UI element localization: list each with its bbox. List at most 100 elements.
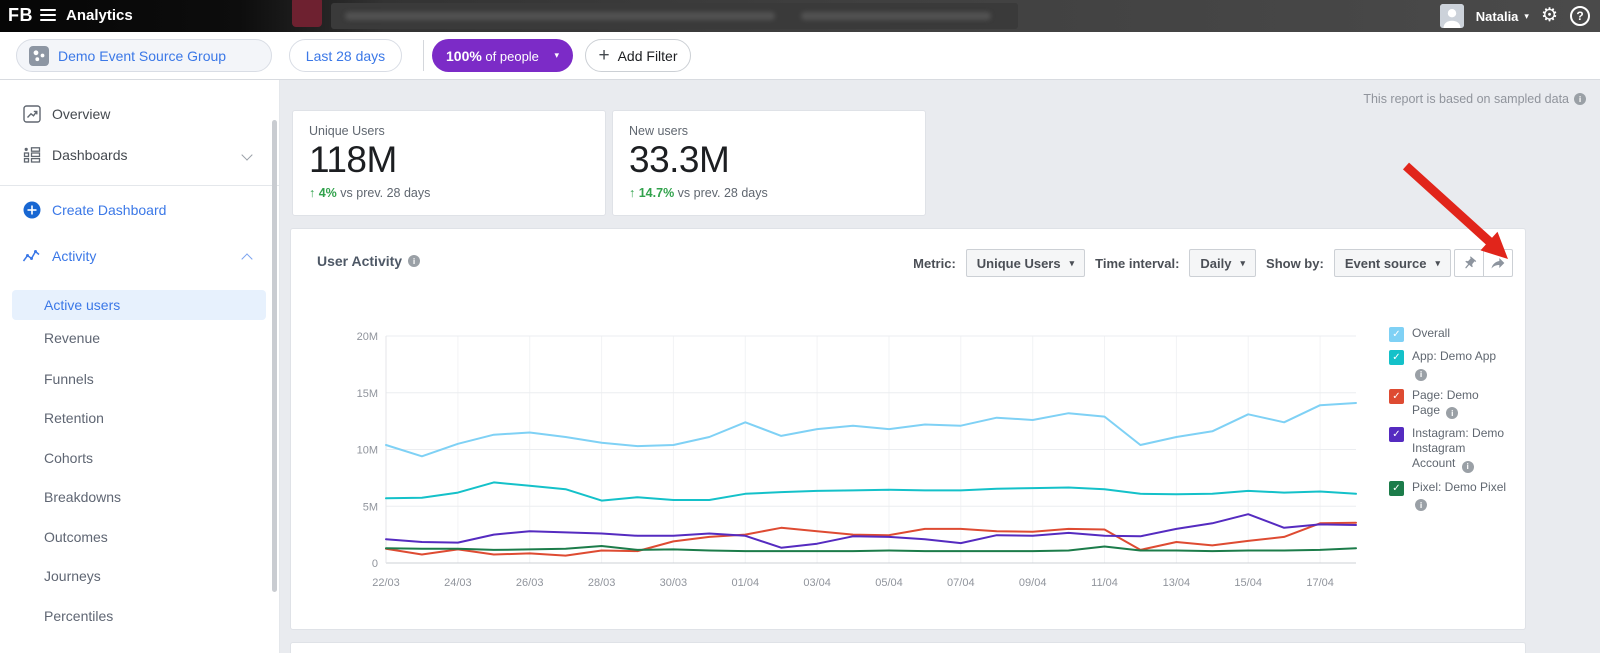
event-source-group-icon	[29, 45, 49, 66]
legend-label: Page: Demo Page i	[1412, 387, 1479, 419]
sidebar-divider	[0, 185, 280, 186]
svg-text:30/03: 30/03	[660, 577, 688, 589]
plus-icon: +	[598, 45, 610, 66]
up-arrow-icon: ↑	[629, 186, 636, 200]
info-icon[interactable]: i	[1446, 407, 1459, 419]
share-button[interactable]	[1483, 249, 1513, 277]
caret-down-icon: ▾	[1435, 257, 1440, 268]
add-filter-button[interactable]: + Add Filter	[585, 39, 691, 72]
legend-item: ✓ Overall	[1389, 326, 1513, 342]
svg-text:0: 0	[372, 558, 378, 570]
sidebar-item-activity[interactable]: Activity	[0, 241, 279, 271]
info-icon[interactable]: i	[1461, 460, 1474, 473]
help-icon[interactable]: ?	[1570, 6, 1590, 26]
event-source-group-button[interactable]: Demo Event Source Group	[16, 39, 272, 72]
filter-toolbar: Demo Event Source Group Last 28 days 100…	[0, 32, 1600, 80]
sidebar-item-overview[interactable]: Overview	[0, 99, 279, 129]
redacted-text-strip	[331, 3, 1018, 29]
facebook-logo[interactable]: FB	[8, 5, 33, 26]
metric-card-new-users: New users 33.3M ↑ 14.7% vs prev. 28 days	[612, 110, 926, 216]
svg-text:01/04: 01/04	[732, 577, 760, 589]
user-activity-card: User Activity i Metric: Unique Users ▾ Ti…	[290, 228, 1526, 630]
svg-text:20M: 20M	[357, 331, 378, 343]
people-percentage-dropdown[interactable]: 100% of people ▾	[432, 39, 573, 72]
svg-text:28/03: 28/03	[588, 577, 616, 589]
sidebar-item-active-users[interactable]: Active users	[12, 290, 266, 320]
sidebar-item-journeys[interactable]: Journeys	[0, 561, 279, 591]
show-by-dropdown[interactable]: Event source ▾	[1333, 249, 1451, 277]
svg-text:15M: 15M	[357, 388, 378, 400]
chart-legend: ✓ Overall ✓ App: Demo App i ✓ Page: Demo Page…	[1389, 326, 1513, 518]
app-title: Analytics	[66, 7, 133, 24]
svg-text:24/03: 24/03	[444, 577, 472, 589]
pin-button[interactable]	[1454, 249, 1484, 277]
metric-delta: ↑ 14.7% vs prev. 28 days	[629, 186, 768, 200]
info-icon[interactable]: i	[1415, 368, 1427, 381]
legend-label: App: Demo App i	[1412, 349, 1497, 381]
svg-text:03/04: 03/04	[803, 577, 831, 589]
share-icon	[1491, 258, 1505, 269]
legend-label: Instagram: Demo Instagram Account i	[1412, 426, 1505, 473]
toolbar-divider	[423, 40, 424, 71]
chart-actions	[1454, 249, 1513, 277]
caret-down-icon: ▾	[554, 50, 559, 60]
svg-text:09/04: 09/04	[1019, 577, 1047, 589]
interval-control-label: Time interval:	[1095, 255, 1180, 271]
legend-checkbox[interactable]: ✓	[1389, 480, 1404, 496]
info-icon[interactable]: i	[408, 255, 421, 267]
legend-checkbox[interactable]: ✓	[1389, 427, 1404, 442]
legend-label: Pixel: Demo Pixel i	[1412, 479, 1507, 511]
metric-label: New users	[629, 124, 689, 138]
sidebar-item-breakdowns[interactable]: Breakdowns	[0, 482, 279, 512]
info-icon[interactable]: i	[1574, 93, 1586, 105]
legend-checkbox[interactable]: ✓	[1389, 327, 1404, 342]
user-menu-caret-icon: ▾	[1524, 10, 1529, 21]
overview-icon	[22, 104, 42, 124]
svg-text:15/04: 15/04	[1234, 577, 1262, 589]
legend-item: ✓ Page: Demo Page i	[1389, 387, 1513, 419]
legend-item: ✓ Instagram: Demo Instagram Account i	[1389, 426, 1513, 473]
sidebar-item-outcomes[interactable]: Outcomes	[0, 522, 279, 552]
date-range-button[interactable]: Last 28 days	[289, 39, 402, 72]
sidebar-item-funnels[interactable]: Funnels	[0, 364, 279, 394]
time-interval-dropdown[interactable]: Daily ▾	[1189, 249, 1257, 277]
top-bar: FB Analytics Natalia ▾ ⚙ ?	[0, 0, 1600, 32]
legend-item: ✓ Pixel: Demo Pixel i	[1389, 479, 1513, 511]
legend-item: ✓ App: Demo App i	[1389, 349, 1513, 381]
sidebar-item-dashboards[interactable]: Dashboards	[0, 140, 279, 170]
chevron-up-icon	[241, 252, 253, 265]
next-card-partial	[290, 642, 1526, 653]
redacted-badge	[292, 0, 322, 27]
metric-card-unique-users: Unique Users 118M ↑ 4% vs prev. 28 days	[292, 110, 606, 216]
plus-circle-icon	[22, 200, 42, 220]
settings-gear-icon[interactable]: ⚙	[1541, 0, 1558, 32]
event-source-group-label: Demo Event Source Group	[58, 47, 227, 64]
svg-text:26/03: 26/03	[516, 577, 544, 589]
sidebar: Overview Dashboards Create Dashboard Act…	[0, 80, 280, 653]
sidebar-scrollbar[interactable]	[272, 120, 277, 592]
sidebar-item-create-dashboard[interactable]: Create Dashboard	[0, 195, 279, 225]
sidebar-item-percentiles[interactable]: Percentiles	[0, 601, 279, 631]
sidebar-item-revenue[interactable]: Revenue	[0, 323, 279, 353]
hamburger-menu-icon[interactable]	[40, 9, 56, 23]
user-avatar[interactable]	[1439, 4, 1464, 28]
svg-text:05/04: 05/04	[875, 577, 903, 589]
svg-text:13/04: 13/04	[1163, 577, 1191, 589]
legend-checkbox[interactable]: ✓	[1389, 388, 1404, 404]
metric-label: Unique Users	[309, 124, 385, 138]
sidebar-item-cohorts[interactable]: Cohorts	[0, 443, 279, 473]
sidebar-item-retention[interactable]: Retention	[0, 403, 279, 433]
user-menu[interactable]: Natalia	[1476, 9, 1519, 24]
metric-value: 118M	[309, 139, 397, 180]
activity-icon	[22, 246, 42, 266]
info-icon[interactable]: i	[1415, 499, 1427, 511]
svg-text:22/03: 22/03	[372, 577, 400, 589]
caret-down-icon: ▾	[1240, 257, 1246, 268]
svg-text:5M: 5M	[363, 501, 378, 513]
up-arrow-icon: ↑	[309, 186, 316, 200]
pin-icon	[1464, 256, 1476, 268]
svg-text:10M: 10M	[357, 445, 378, 457]
legend-label: Overall	[1412, 326, 1451, 340]
legend-checkbox[interactable]: ✓	[1389, 350, 1404, 365]
metric-dropdown[interactable]: Unique Users ▾	[965, 249, 1086, 277]
